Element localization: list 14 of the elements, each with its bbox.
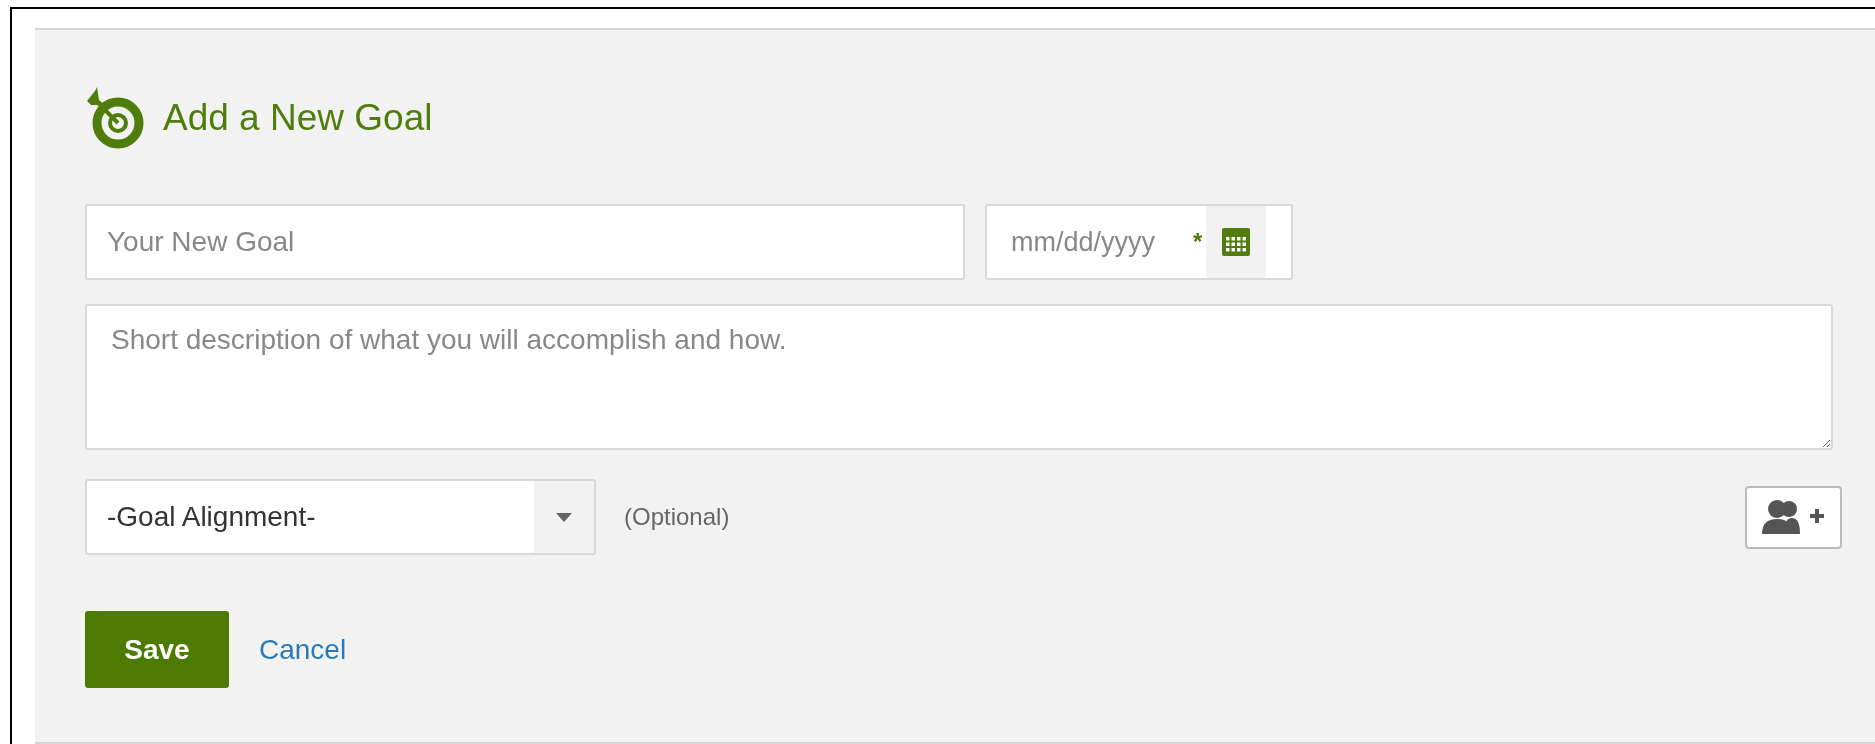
required-mark: * <box>1193 228 1203 256</box>
add-people-button[interactable] <box>1745 485 1842 549</box>
date-field[interactable]: mm/dd/yyyy * <box>985 204 1293 280</box>
add-people-icon <box>1761 500 1826 534</box>
save-button[interactable]: Save <box>85 611 229 688</box>
alignment-select[interactable]: -Goal Alignment- <box>85 479 596 555</box>
goal-input[interactable]: Your New Goal <box>85 204 965 280</box>
caret-icon <box>556 512 572 522</box>
target-icon <box>85 87 145 149</box>
calendar-icon[interactable] <box>1206 206 1267 278</box>
form-title: Add a New Goal <box>163 97 433 139</box>
optional-note: (Optional) <box>624 503 730 531</box>
description-field[interactable]: Short description of what you will accomplish and how. <box>85 304 1833 450</box>
cancel-link[interactable]: Cancel <box>229 611 347 688</box>
